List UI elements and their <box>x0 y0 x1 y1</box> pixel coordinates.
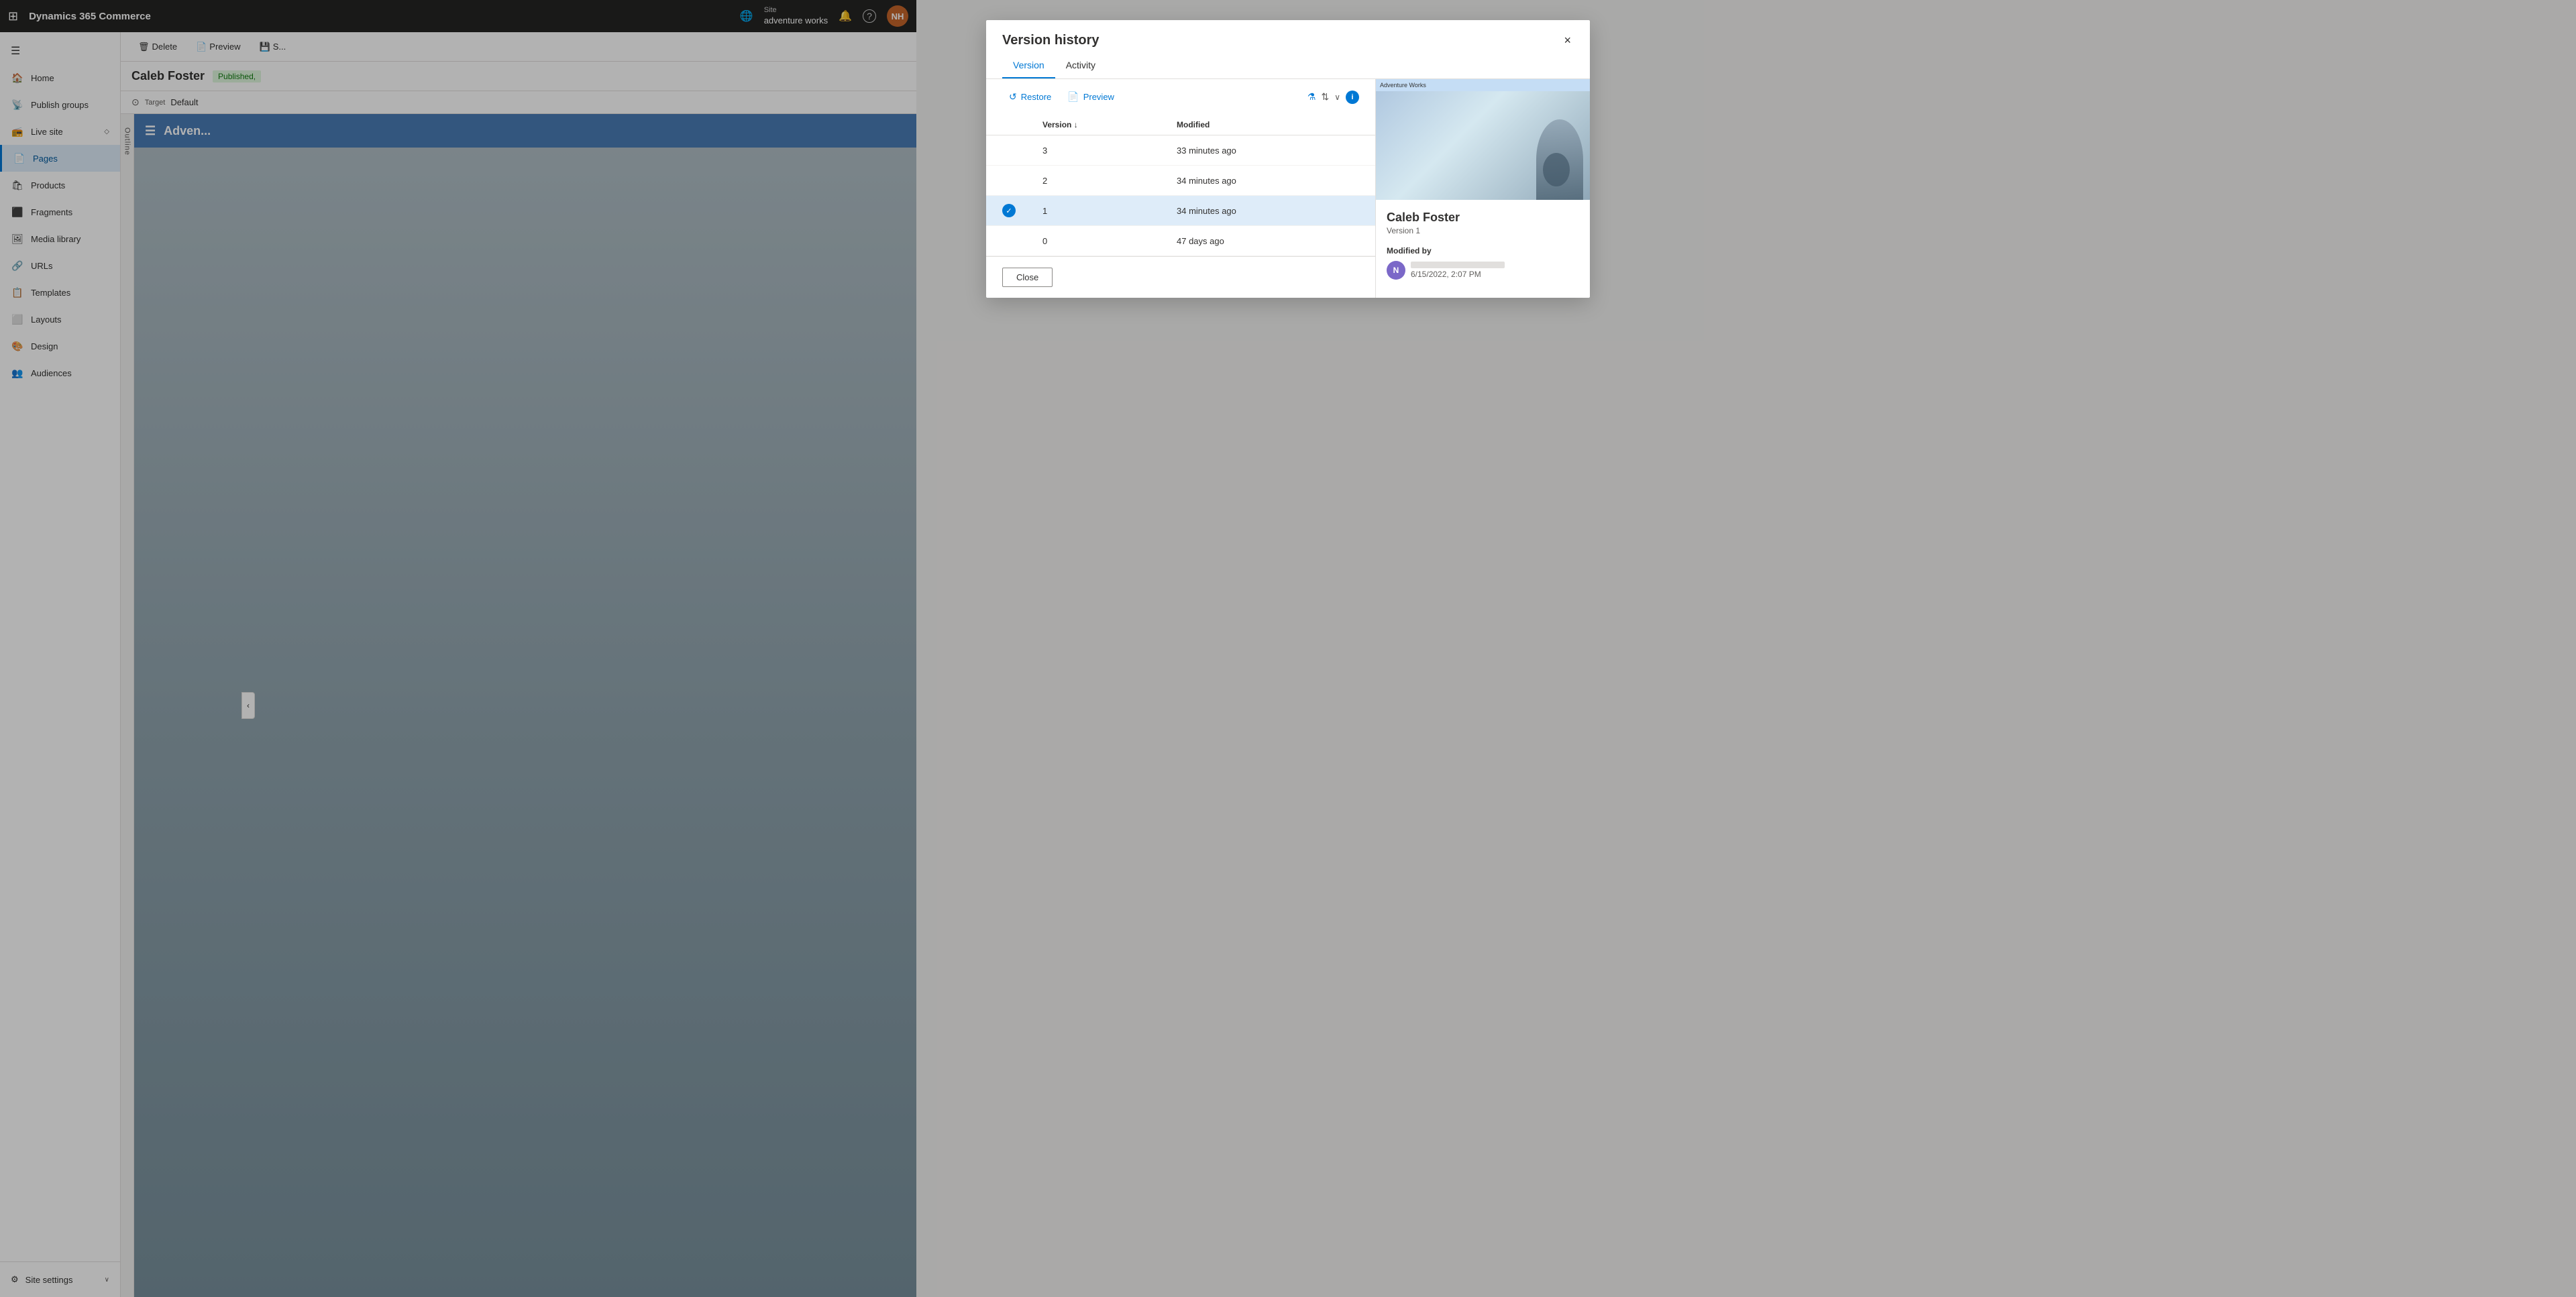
version-number-1: 1 <box>1042 206 1177 216</box>
modal-header: Version history × <box>986 20 1590 50</box>
side-panel-info: Caleb Foster Version 1 Modified by N 6/1… <box>1376 200 1590 290</box>
tab-activity[interactable]: Activity <box>1055 53 1106 78</box>
tab-version[interactable]: Version <box>1002 53 1055 78</box>
row-check-selected-1: ✓ <box>1002 204 1016 217</box>
modal-overlay: Version history × Version Activity <box>0 0 2576 1297</box>
version-number-2: 2 <box>1042 176 1177 186</box>
preview-thumbnail: Adventure Works <box>1376 79 1590 200</box>
info-icon: i <box>1346 91 1359 104</box>
restore-icon: ↺ <box>1009 91 1017 103</box>
panel-page-name: Caleb Foster <box>1387 211 1579 225</box>
version-side-panel: Adventure Works Caleb Foster Version 1 M… <box>1375 79 1590 298</box>
sort-icon[interactable]: ⇅ <box>1321 91 1329 103</box>
panel-user-avatar: N <box>1387 261 1405 280</box>
modal-title: Version history <box>1002 33 1099 48</box>
close-button[interactable]: Close <box>1002 268 1053 287</box>
panel-version-label: Version 1 <box>1387 226 1579 235</box>
panel-modified-by-label: Modified by <box>1387 246 1579 256</box>
col-version: Version ↓ <box>1042 120 1177 129</box>
panel-user-info: 6/15/2022, 2:07 PM <box>1411 262 1505 279</box>
modal-preview-icon: 📄 <box>1067 91 1079 103</box>
row-check-empty-0 <box>1002 234 1016 247</box>
modal-tabs: Version Activity <box>986 53 1590 79</box>
version-number-3: 3 <box>1042 146 1177 156</box>
version-modified-0: 47 days ago <box>1177 236 1375 246</box>
version-modified-2: 34 minutes ago <box>1177 176 1375 186</box>
version-table: 3 33 minutes ago 2 34 minutes ago <box>986 135 1375 256</box>
modal-preview-button[interactable]: 📄 Preview <box>1061 87 1121 107</box>
row-check-empty-3 <box>1002 144 1016 157</box>
modal-close-button[interactable]: × <box>1561 31 1574 50</box>
modal-footer: Close <box>986 256 1375 298</box>
version-number-0: 0 <box>1042 236 1177 246</box>
modal-toolbar: ↺ Restore 📄 Preview ⚗ ⇅ ∨ <box>986 79 1375 115</box>
table-row[interactable]: ✓ 1 34 minutes ago <box>986 196 1375 226</box>
row-check-empty-2 <box>1002 174 1016 187</box>
sort-chevron-icon[interactable]: ∨ <box>1334 93 1340 102</box>
version-modified-1: 34 minutes ago <box>1177 206 1375 216</box>
panel-username-bar <box>1411 262 1505 268</box>
table-row[interactable]: 0 47 days ago <box>986 226 1375 256</box>
version-modified-3: 33 minutes ago <box>1177 146 1375 156</box>
col-modified: Modified <box>1177 120 1375 129</box>
version-history-modal: Version history × Version Activity <box>986 20 1590 298</box>
table-row[interactable]: 2 34 minutes ago <box>986 166 1375 196</box>
filter-icon[interactable]: ⚗ <box>1307 91 1316 103</box>
panel-user: N 6/15/2022, 2:07 PM <box>1387 261 1579 280</box>
table-row[interactable]: 3 33 minutes ago <box>986 135 1375 166</box>
panel-datetime: 6/15/2022, 2:07 PM <box>1411 270 1505 279</box>
restore-button[interactable]: ↺ Restore <box>1002 87 1058 107</box>
version-table-header: Version ↓ Modified Modified by Comment <box>986 115 1375 135</box>
